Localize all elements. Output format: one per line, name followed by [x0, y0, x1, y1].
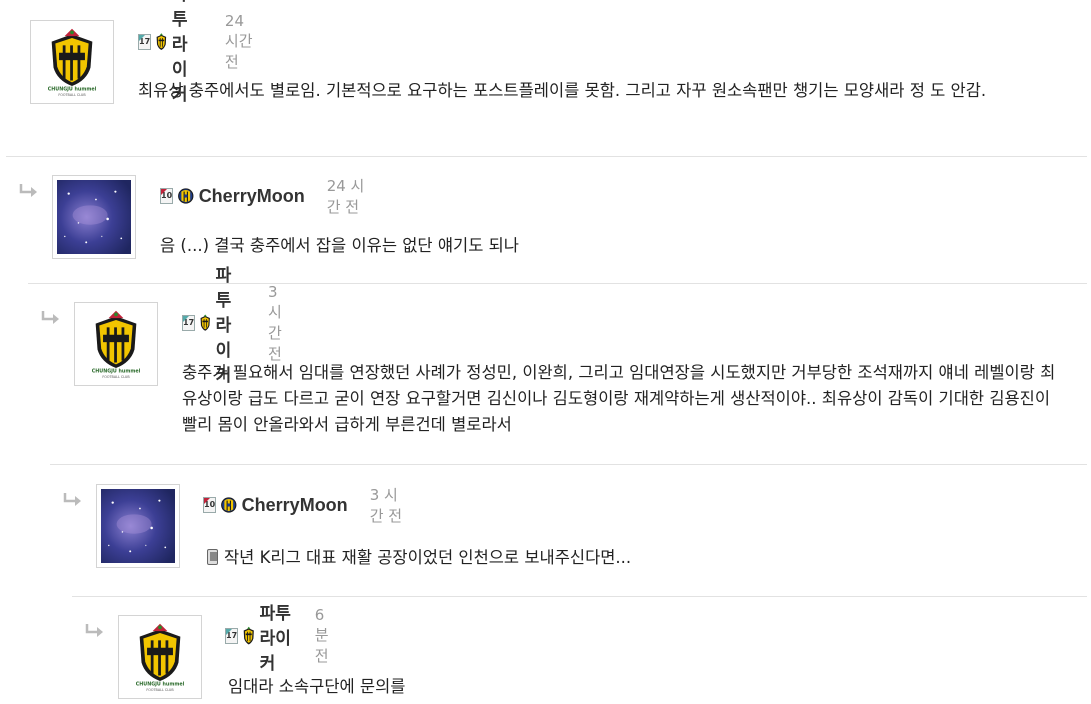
avatar[interactable]	[96, 484, 180, 568]
comment-meta: 17 파투라이커 3 시간 전	[182, 266, 291, 386]
chungju-humel-logo-icon: CHUNGJU hummel FOOTBALL CLUB	[48, 28, 97, 97]
comment-text: 작년 K리그 대표 재활 공장이었던 인천으로 보내주신다면...	[224, 548, 632, 567]
level-badge-icon: 10	[160, 188, 174, 204]
timestamp: 3 시간 전	[267, 282, 282, 363]
comment-text: 충주가 필요해서 임대를 연장했던 사례가 정성민, 이완희, 그리고 임대연장…	[182, 363, 1056, 434]
comment-divider	[50, 464, 1087, 465]
avatar[interactable]	[52, 175, 136, 259]
chungju-emblem-icon	[242, 614, 256, 658]
svg-text:FOOTBALL CLUB: FOOTBALL CLUB	[146, 688, 174, 692]
timestamp: 6 분 전	[314, 606, 329, 665]
chungju-humel-logo-icon: CHUNGJU hummel FOOTBALL CLUB	[92, 310, 141, 379]
comment-text-row: 작년 K리그 대표 재활 공장이었던 인천으로 보내주신다면...	[207, 545, 1067, 571]
timestamp: 24 시간 전	[224, 12, 253, 71]
timestamp: 24 시간 전	[326, 177, 365, 216]
incheon-united-emblem-icon	[220, 483, 238, 527]
level-badge-icon: 10	[203, 497, 217, 513]
chungju-humel-logo-icon: CHUNGJU hummel FOOTBALL CLUB	[136, 623, 185, 692]
author-name[interactable]: 파투라이커	[260, 599, 293, 674]
comment-text: 음 (...) 결국 충주에서 잡을 이유는 없단 얘기도 되나	[160, 236, 519, 255]
svg-text:CHUNGJU hummel: CHUNGJU hummel	[48, 87, 97, 93]
reply-arrow-icon	[19, 184, 37, 197]
galaxy-image-icon	[57, 180, 131, 254]
avatar[interactable]: CHUNGJU hummel FOOTBALL CLUB	[30, 20, 114, 104]
level-badge-icon: 17	[182, 315, 196, 331]
author-name[interactable]: CherryMoon	[199, 186, 305, 207]
comment-divider	[28, 283, 1087, 284]
reply-arrow-icon	[85, 624, 103, 637]
level-badge-icon: 17	[225, 628, 239, 644]
incheon-united-emblem-icon	[177, 174, 195, 218]
chungju-emblem-icon	[199, 301, 211, 345]
svg-text:FOOTBALL CLUB: FOOTBALL CLUB	[58, 93, 86, 97]
author-name[interactable]: CherryMoon	[242, 495, 348, 516]
comment-meta: 17 파투라이커 24 시간 전	[138, 0, 253, 105]
reply-arrow-icon	[41, 311, 59, 324]
comment-meta: 17 파투라이커 6 분 전	[225, 604, 334, 674]
mobile-phone-icon	[207, 549, 218, 565]
galaxy-image-icon	[101, 489, 175, 563]
comment-meta: 10 CherryMoon 3 시간 전	[203, 483, 403, 527]
svg-text:CHUNGJU hummel: CHUNGJU hummel	[92, 369, 141, 375]
avatar[interactable]: CHUNGJU hummel FOOTBALL CLUB	[118, 615, 202, 699]
comment-meta: 10 CherryMoon 24 시간 전	[160, 174, 365, 218]
svg-text:FOOTBALL CLUB: FOOTBALL CLUB	[102, 375, 130, 379]
comment-divider	[6, 156, 1087, 157]
avatar[interactable]: CHUNGJU hummel FOOTBALL CLUB	[74, 302, 158, 386]
reply-arrow-icon	[63, 493, 81, 506]
svg-text:CHUNGJU hummel: CHUNGJU hummel	[136, 682, 185, 688]
level-badge-icon: 17	[138, 34, 152, 50]
chungju-emblem-icon	[155, 20, 168, 64]
comment-text: 임대라 소속구단에 문의를	[228, 677, 406, 696]
timestamp: 3 시간 전	[369, 486, 403, 525]
comment-text: 최유상 충주에서도 별로임. 기본적으로 요구하는 포스트플레이를 못함. 그리…	[138, 81, 987, 100]
comment-divider	[72, 596, 1087, 597]
